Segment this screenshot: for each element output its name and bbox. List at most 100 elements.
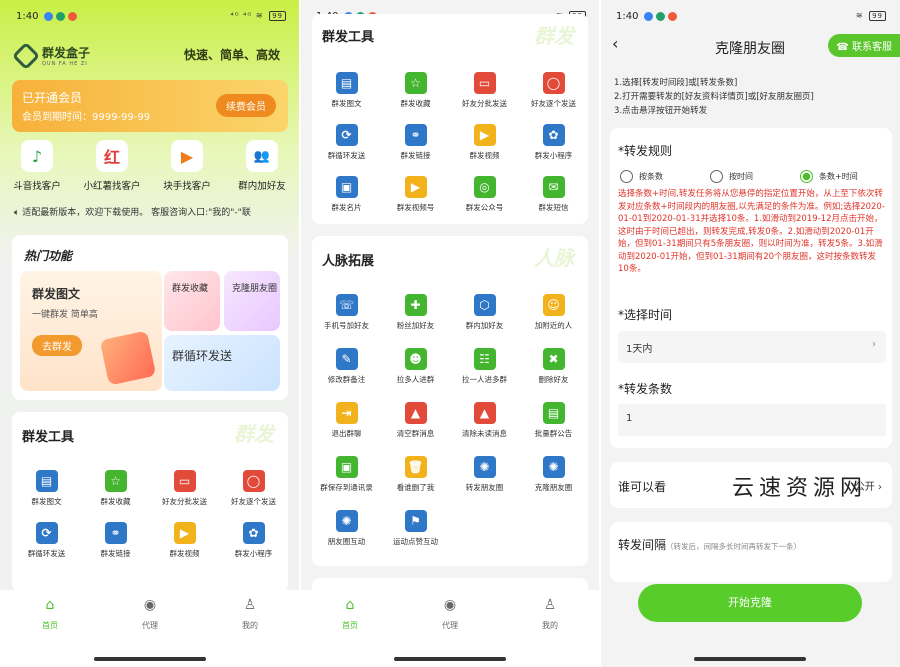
image-send-illustration [99,330,157,386]
tab-mine[interactable]: ♙ 我的 [520,596,580,631]
quick-kuaishou[interactable]: ▶ 块手找客户 [152,140,222,192]
interval-title: 转发间隔 [618,538,667,552]
time-label: *选择时间 [618,308,673,322]
tab-agent[interactable]: ◉ 代理 [120,596,180,631]
tool-item[interactable]: ◯ 好友逐个发送 [219,470,288,507]
tool-icon: ⟳ [335,124,358,146]
tab-label: 代理 [442,621,458,630]
tool-label: 群循环发送 [327,151,366,160]
quick-group-add[interactable]: 👥 群内加好友 [227,140,297,192]
tool-label: 群发图文 [331,99,362,108]
tool-item[interactable]: ▲ 清除未读消息 [450,402,519,439]
tool-item[interactable]: ☆ 群发收藏 [381,72,450,109]
interval-card: 转发间隔（转发后，间隔多长时间再转发下一条） [610,522,892,582]
tool-item[interactable]: ▶ 群发视频 [150,522,219,559]
tool-icon: ▭ [473,72,496,94]
time-select[interactable]: 1天内 › [618,331,886,363]
quick-xiaohongshu[interactable]: 红小红薯找客户 [77,140,147,192]
tool-item[interactable]: ▲ 清空群消息 [381,402,450,439]
tool-icon: ▤ [35,470,58,492]
radio-circle [710,170,723,183]
tools-screen: 1:40 ≋ 99 群发 群发工具 ▤群发图文☆群发收藏▭好友分批发送◯好友逐个… [300,0,600,667]
red-book-icon: 红 [96,140,128,172]
tool-label: 清除未读消息 [462,429,507,438]
tool-item[interactable]: ⚭ 群发链接 [381,124,450,161]
tool-item[interactable]: ◎ 群发公众号 [450,176,519,213]
contact-support-button[interactable]: ☎ 联系客服 [828,34,900,57]
tool-item[interactable]: 🗑 看谁删了我 [381,456,450,493]
hot-loop-tile[interactable]: 群循环发送 [164,335,280,391]
tab-home[interactable]: ⌂ 首页 [20,596,80,631]
tool-item[interactable]: ☏ 手机号加好友 [312,294,381,331]
tool-item[interactable]: ⚭ 群发链接 [81,522,150,559]
chevron-right-icon: › [878,482,882,493]
tool-label: 群循环发送 [27,549,66,558]
tab-agent[interactable]: ◉ 代理 [420,596,480,631]
tool-item[interactable]: ▭ 好友分批发送 [150,470,219,507]
tool-label: 删除好友 [538,375,569,384]
tool-item[interactable]: ⬡ 群内加好友 [450,294,519,331]
tool-label: 转发朋友圈 [465,483,504,492]
tab-mine[interactable]: ♙ 我的 [220,596,280,631]
tools-card: 群发 群发工具 ▤ 群发图文 ☆ 群发收藏 ▭ 好友分批发送 ◯ 好友逐个发送 ⟳ 群循环发送 ⚭ 群… [12,412,288,592]
tool-item[interactable]: ⟳ 群循环发送 [312,124,381,161]
tool-item[interactable]: ▣ 群发名片 [312,176,381,213]
tool-item[interactable]: ▭ 好友分批发送 [450,72,519,109]
chevron-right-icon: › [872,339,876,350]
tool-item[interactable]: ▶ 群发视频号 [381,176,450,213]
tool-item[interactable]: ✚ 粉丝加好友 [381,294,450,331]
hot-big-tile[interactable]: 群发图文 一键群发 简单高 去群发 [20,271,162,391]
count-input[interactable]: 1 [618,404,886,436]
tool-item[interactable]: ✿ 群发小程序 [519,124,588,161]
tool-item[interactable]: ✉ 群发短信 [519,176,588,213]
tool-item[interactable]: ✺ 克隆朋友圈 [519,456,588,493]
tab-home[interactable]: ⌂ 首页 [320,596,380,631]
section-watermark: 群发 [234,422,274,446]
tool-item[interactable]: ☷ 拉一人进多群 [450,348,519,385]
tool-item[interactable]: ✎ 修改群备注 [312,348,381,385]
quick-douyin[interactable]: ♪ 斗音找客户 [2,140,72,192]
tool-icon: ⚑ [404,510,427,532]
tool-item[interactable]: ✺ 朋友圈互动 [312,510,381,547]
tool-item[interactable]: ▤ 群发图文 [12,470,81,507]
tool-item[interactable]: ⇥ 退出群聊 [312,402,381,439]
tool-item[interactable]: ☻ 拉多人进群 [381,348,450,385]
start-clone-button[interactable]: 开始克隆 [638,584,862,622]
tool-icon: ✿ [242,522,265,544]
go-send-button[interactable]: 去群发 [32,335,82,356]
radio-by-time[interactable]: 按时间 [710,170,753,183]
tool-label: 批量群公告 [534,429,573,438]
tool-icon: ▤ [542,402,565,424]
tool-item[interactable]: ✿ 群发小程序 [219,522,288,559]
tool-label: 群发视频 [169,549,200,558]
tool-label: 群发收藏 [400,99,431,108]
notice-bar[interactable]: 🔈︎ 适配最新版本，欢迎下载使用。 客服咨询入口:"我的"-"联 [14,205,286,218]
tool-item[interactable]: ☆ 群发收藏 [81,470,150,507]
tool-item[interactable]: ▣ 群保存到通讯录 [312,456,381,493]
step-2: 2.打开需要转发的[好友资料详情页]或[好友朋友圈页] [614,92,814,102]
radio-by-count[interactable]: 按条数 [620,170,663,183]
tool-item[interactable]: ✺ 转发朋友圈 [450,456,519,493]
tool-item[interactable]: ☺ 加附近的人 [519,294,588,331]
tool-item[interactable]: ▤ 批量群公告 [519,402,588,439]
tool-item[interactable]: ▤ 群发图文 [312,72,381,109]
status-bar: 1:40 ≋ 99 [600,9,900,27]
hot-sm-label: 群循环发送 [172,349,233,363]
tool-icon: ⚭ [404,124,427,146]
tool-item[interactable]: ⟳ 群循环发送 [12,522,81,559]
hot-clone-tile[interactable]: 克隆朋友圈 [224,271,280,331]
radio-count-time[interactable]: 条数+时间 [800,170,858,183]
contacts-title: 人脉拓展 [322,254,375,269]
renew-vip-button[interactable]: 续费会员 [216,94,276,117]
hot-collect-tile[interactable]: 群发收藏 [164,271,220,331]
tool-label: 克隆朋友圈 [534,483,573,492]
tool-icon: ✺ [335,510,358,532]
tool-item[interactable]: ✖ 删除好友 [519,348,588,385]
notification-icons [644,12,677,21]
tool-item[interactable]: ▶ 群发视频 [450,124,519,161]
tool-icon: ☆ [104,470,127,492]
tool-item[interactable]: ◯ 好友逐个发送 [519,72,588,109]
panel-divider [299,0,301,667]
tool-item[interactable]: ⚑ 运动点赞互动 [381,510,450,547]
tool-icon: ▣ [335,456,358,478]
